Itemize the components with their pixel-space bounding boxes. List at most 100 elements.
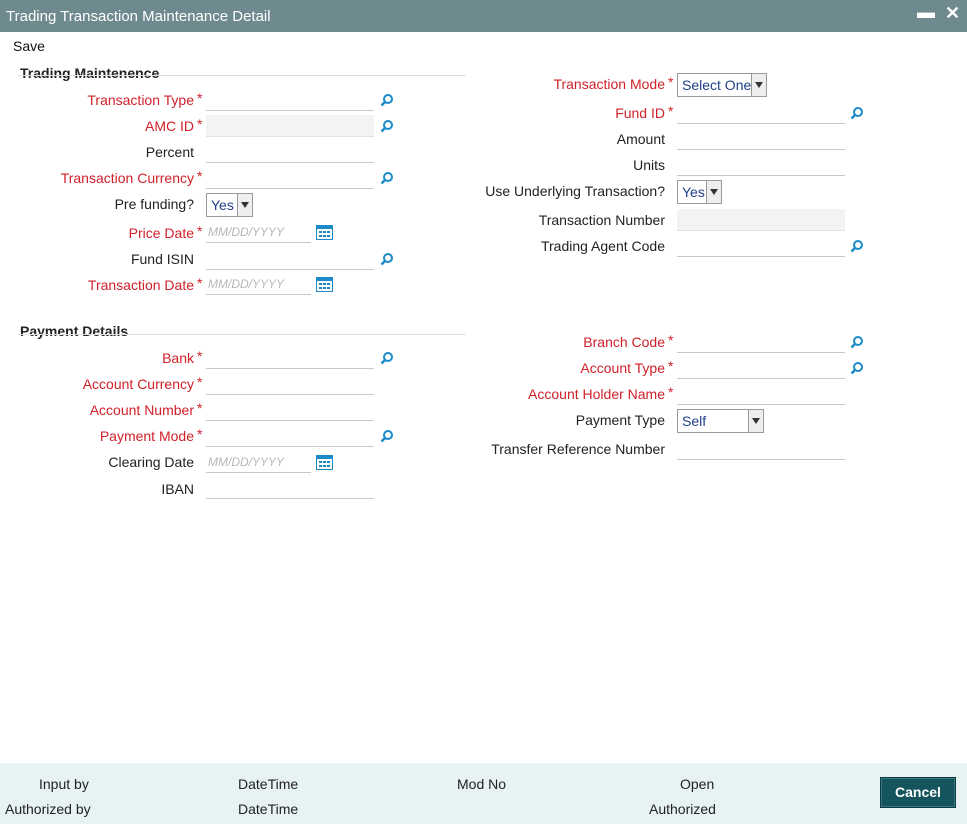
- chevron-down-icon[interactable]: [748, 410, 763, 432]
- transaction-currency-input[interactable]: [206, 167, 374, 189]
- audit-footer: Input by DateTime Mod No Open Authorized…: [0, 763, 967, 824]
- account-currency-label: Account Currency: [82, 376, 194, 392]
- amount-input[interactable]: [677, 128, 845, 150]
- fund-id-input[interactable]: [677, 102, 845, 124]
- fund-isin-input[interactable]: [206, 248, 374, 270]
- required-star: *: [197, 168, 203, 184]
- units-input[interactable]: [677, 154, 845, 176]
- account-type-label: Account Type: [580, 360, 665, 376]
- transaction-number-label: Transaction Number: [538, 212, 665, 228]
- use-underlying-label: Use Underlying Transaction?: [485, 183, 665, 199]
- amc-id-label: AMC ID: [145, 118, 194, 134]
- search-icon[interactable]: [380, 351, 394, 365]
- payment-section-divider: [18, 334, 466, 335]
- transaction-date-input[interactable]: MM/DD/YYYY: [206, 273, 311, 295]
- transaction-type-label: Transaction Type: [87, 92, 194, 108]
- price-date-label: Price Date: [128, 225, 194, 241]
- open-label: Open: [680, 776, 715, 792]
- fund-isin-label: Fund ISIN: [130, 251, 194, 267]
- pre-funding-select[interactable]: Yes: [206, 193, 253, 217]
- calendar-icon[interactable]: [316, 225, 333, 240]
- authorized-label: Authorized: [649, 801, 716, 817]
- chevron-down-icon[interactable]: [706, 181, 721, 203]
- calendar-icon[interactable]: [316, 455, 333, 470]
- required-star: *: [668, 332, 674, 348]
- required-star: *: [197, 374, 203, 390]
- branch-code-label: Branch Code: [583, 334, 665, 350]
- transaction-number-input: [677, 209, 845, 231]
- required-star: *: [197, 116, 203, 132]
- required-star: *: [197, 400, 203, 416]
- transaction-type-input[interactable]: [206, 89, 374, 111]
- transfer-reference-number-input[interactable]: [677, 438, 845, 460]
- pre-funding-label: Pre funding?: [114, 196, 194, 212]
- payment-section-title: Payment Details: [20, 323, 129, 339]
- required-star: *: [668, 74, 674, 90]
- required-star: *: [668, 384, 674, 400]
- required-star: *: [197, 426, 203, 442]
- payment-mode-label: Payment Mode: [99, 428, 194, 444]
- minimize-icon[interactable]: ▬: [917, 2, 935, 23]
- required-star: *: [668, 358, 674, 374]
- required-star: *: [197, 90, 203, 106]
- payment-type-label: Payment Type: [575, 412, 665, 428]
- search-icon[interactable]: [380, 93, 394, 107]
- units-label: Units: [633, 157, 665, 173]
- bank-label: Bank: [162, 350, 194, 366]
- payment-type-select[interactable]: Self: [677, 409, 764, 433]
- search-icon[interactable]: [380, 429, 394, 443]
- mod-no-label: Mod No: [457, 776, 507, 792]
- calendar-icon[interactable]: [316, 277, 333, 292]
- account-currency-input[interactable]: [206, 373, 374, 395]
- toolbar: Save: [0, 32, 967, 58]
- search-icon[interactable]: [380, 171, 394, 185]
- branch-code-input[interactable]: [677, 331, 845, 353]
- input-by-label: Input by: [39, 776, 89, 792]
- required-star: *: [197, 223, 203, 239]
- required-star: *: [197, 348, 203, 364]
- amount-label: Amount: [616, 131, 665, 147]
- search-icon[interactable]: [380, 119, 394, 133]
- close-icon[interactable]: ✕: [945, 3, 960, 24]
- account-holder-name-label: Account Holder Name: [528, 386, 665, 402]
- required-star: *: [197, 275, 203, 291]
- title-bar: Trading Transaction Maintenance Detail ▬…: [0, 0, 967, 32]
- save-button[interactable]: Save: [13, 38, 45, 54]
- chevron-down-icon[interactable]: [237, 194, 252, 216]
- clearing-date-input[interactable]: MM/DD/YYYY: [206, 451, 311, 473]
- account-number-label: Account Number: [89, 402, 194, 418]
- trading-agent-code-input[interactable]: [677, 235, 845, 257]
- transaction-mode-select[interactable]: Select One: [677, 73, 767, 97]
- search-icon[interactable]: [850, 361, 864, 375]
- search-icon[interactable]: [850, 335, 864, 349]
- transfer-reference-number-label: Transfer Reference Number: [491, 441, 665, 457]
- datetime-label: DateTime: [238, 776, 299, 792]
- trading-agent-code-label: Trading Agent Code: [540, 238, 665, 254]
- iban-label: IBAN: [161, 481, 194, 497]
- transaction-currency-label: Transaction Currency: [60, 170, 194, 186]
- price-date-input[interactable]: MM/DD/YYYY: [206, 221, 311, 243]
- window-title: Trading Transaction Maintenance Detail: [6, 8, 271, 25]
- percent-label: Percent: [145, 144, 194, 160]
- trading-section-divider: [18, 75, 466, 76]
- transaction-date-label: Transaction Date: [87, 277, 194, 293]
- percent-input[interactable]: [206, 141, 374, 163]
- use-underlying-select[interactable]: Yes: [677, 180, 722, 204]
- search-icon[interactable]: [850, 239, 864, 253]
- payment-mode-input[interactable]: [206, 425, 374, 447]
- trading-section-title: Trading Maintenence: [20, 65, 160, 81]
- account-type-input[interactable]: [677, 357, 845, 379]
- search-icon[interactable]: [850, 106, 864, 120]
- bank-input[interactable]: [206, 347, 374, 369]
- authorized-by-label: Authorized by: [5, 801, 91, 817]
- fund-id-label: Fund ID: [615, 105, 665, 121]
- cancel-button[interactable]: Cancel: [880, 777, 956, 808]
- account-number-input[interactable]: [206, 399, 374, 421]
- search-icon[interactable]: [380, 252, 394, 266]
- iban-input[interactable]: [206, 477, 374, 499]
- chevron-down-icon[interactable]: [751, 74, 766, 96]
- transaction-mode-label: Transaction Mode: [553, 76, 665, 92]
- datetime-label: DateTime: [238, 801, 299, 817]
- account-holder-name-input[interactable]: [677, 383, 845, 405]
- amc-id-input: [206, 115, 374, 137]
